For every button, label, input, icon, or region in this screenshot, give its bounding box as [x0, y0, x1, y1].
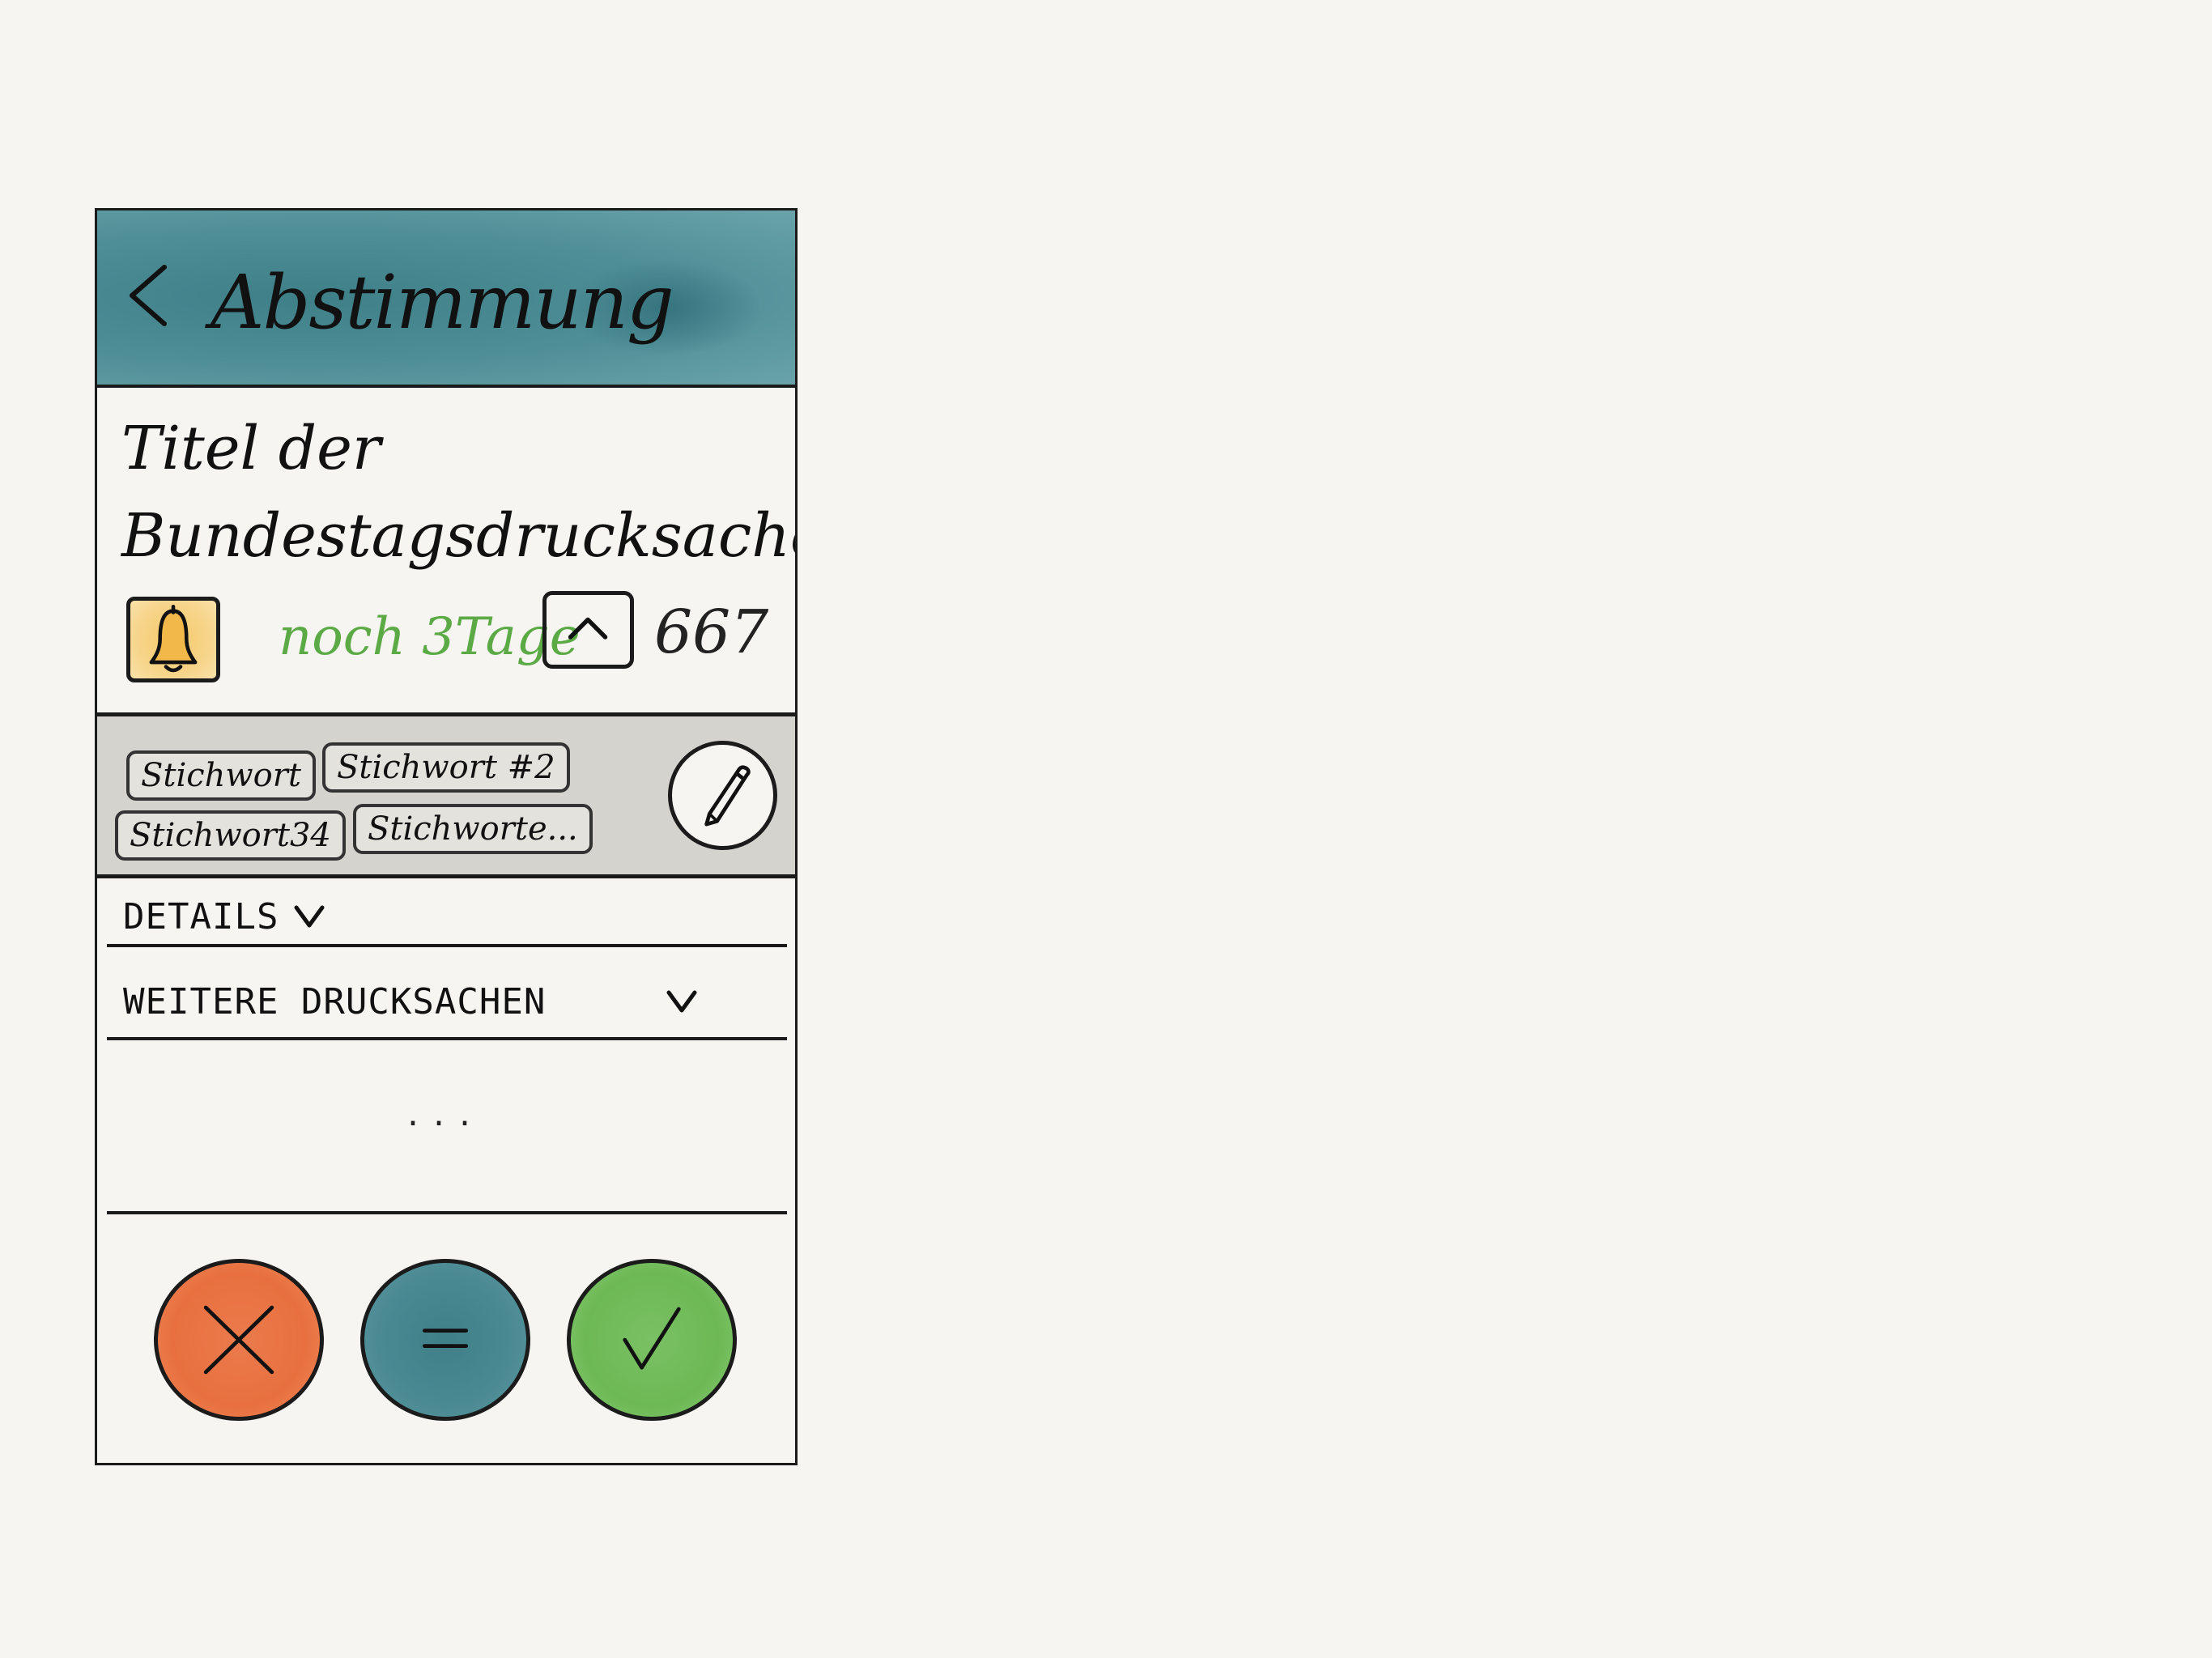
vote-count: 667 — [654, 597, 769, 667]
divider — [107, 1211, 787, 1214]
details-label: DETAILS — [123, 896, 279, 937]
tag-chip[interactable]: Stichwort #2 — [322, 742, 570, 793]
details-section[interactable]: DETAILS — [107, 886, 787, 947]
vote-yes-button[interactable] — [567, 1259, 737, 1421]
vote-abstain-button[interactable] — [360, 1259, 530, 1421]
tags-area: Stichwort Stichwort #2 Stichwort34 Stich… — [97, 712, 795, 878]
app-header: Abstimmung — [97, 210, 795, 388]
phone-frame: Abstimmung Titel der Bundestagsdrucksach… — [95, 208, 798, 1465]
more-documents-label: WEITERE DRUCKSACHEN — [123, 981, 547, 1022]
chevron-up-icon — [568, 617, 608, 640]
notify-button[interactable] — [126, 597, 220, 682]
page-title: Abstimmung — [211, 259, 674, 346]
chevron-left-icon — [130, 265, 167, 326]
vote-no-button[interactable] — [154, 1259, 324, 1421]
chevron-down-icon — [666, 990, 697, 1013]
document-title: Titel der Bundestagsdrucksache — [121, 414, 798, 571]
loading-placeholder: ... — [407, 1093, 485, 1134]
tag-chip[interactable]: Stichwort34 — [115, 810, 346, 861]
tag-chip[interactable]: Stichwort — [126, 750, 316, 801]
canvas: Abstimmung Titel der Bundestagsdrucksach… — [0, 0, 2212, 1658]
bell-icon — [149, 604, 198, 673]
pencil-icon — [704, 765, 751, 827]
equals-icon — [422, 1329, 469, 1348]
chevron-down-icon — [294, 905, 325, 928]
check-icon — [623, 1307, 681, 1370]
edit-tags-button[interactable] — [668, 741, 777, 850]
deadline-label: noch 3Tage — [279, 607, 581, 667]
more-documents-section[interactable]: WEITERE DRUCKSACHEN — [107, 947, 787, 1040]
back-button[interactable] — [120, 259, 177, 332]
x-icon — [203, 1305, 274, 1375]
tag-chip[interactable]: Stichworte... — [353, 804, 593, 854]
upvote-button[interactable] — [542, 591, 634, 669]
